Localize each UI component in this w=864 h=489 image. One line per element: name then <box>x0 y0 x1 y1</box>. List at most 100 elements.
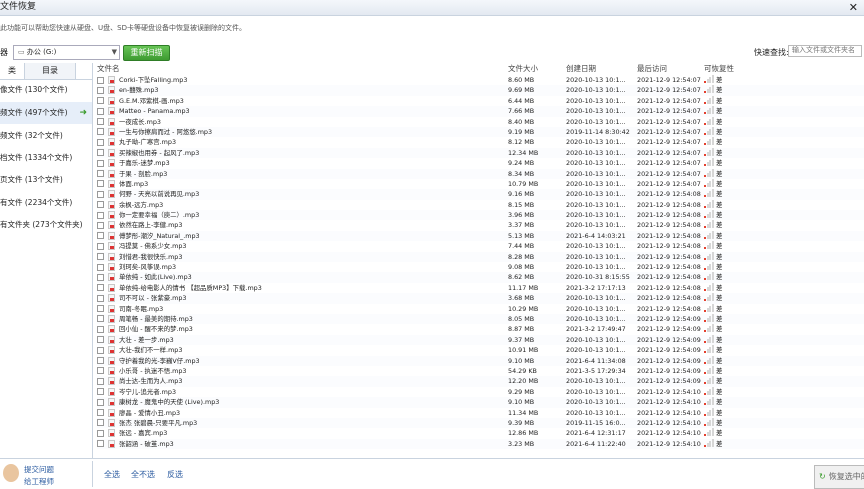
invert-selection-link[interactable]: 反选 <box>167 469 183 480</box>
table-row[interactable]: 于果 - 剖脸.mp3 8.34 MB 2020-10-13 10:1... 2021… <box>97 168 864 179</box>
category-item[interactable]: 有文件夹 (273个文件夹) <box>0 214 92 236</box>
table-row[interactable]: 依然在路上-李健.mp3 3.37 MB 2020-10-13 10:1... 202… <box>97 220 864 230</box>
row-checkbox[interactable] <box>97 180 104 188</box>
table-row[interactable]: G.E.M.邓紫棋-画.mp3 6.44 MB 2020-10-13 10:1...… <box>97 95 864 106</box>
file-size: 8.34 MB <box>508 169 535 178</box>
table-row[interactable]: 冯提莫 - 佛系少女.mp3 7.44 MB 2020-10-13 10:1... 2… <box>97 241 864 251</box>
close-icon[interactable]: ✕ <box>849 0 858 15</box>
table-row[interactable]: 买辣椒也用券 - 起风了.mp3 12.34 MB 2020-10-13 10:1.… <box>97 147 864 159</box>
table-row[interactable]: 司不可以 - 张紫豪.mp3 3.68 MB 2020-10-13 10:1... 2… <box>97 293 864 304</box>
table-row[interactable]: 守护着我的光-李巍V仔.mp3 9.10 MB 2021-6-4 11:34:08 2… <box>97 355 864 366</box>
col-recoverability[interactable]: 可恢复性 <box>704 64 734 74</box>
table-row[interactable]: 岑宁儿-追光者.mp3 9.29 MB 2020-10-13 10:1... 2021… <box>97 386 864 397</box>
quick-search-input[interactable] <box>788 45 862 57</box>
row-checkbox[interactable] <box>97 138 104 146</box>
table-row[interactable]: 单依纯-给电影人的情书 【超品质MP3】下载.mp3 11.17 MB 2021-3… <box>97 282 864 293</box>
row-checkbox[interactable] <box>97 367 104 375</box>
row-checkbox[interactable] <box>97 336 104 344</box>
row-checkbox[interactable] <box>97 346 104 354</box>
row-checkbox[interactable] <box>97 419 104 427</box>
tab-directory[interactable]: 目录 <box>25 63 76 79</box>
select-none-link[interactable]: 全不选 <box>131 469 155 480</box>
row-checkbox[interactable] <box>97 357 104 365</box>
row-checkbox[interactable] <box>97 294 104 302</box>
row-checkbox[interactable] <box>97 388 104 396</box>
table-row[interactable]: Corki-下坠Falling.mp3 8.60 MB 2020-10-13 10:… <box>97 75 864 85</box>
table-row[interactable]: 周笔畅 - 最美的期待.mp3 8.05 MB 2020-10-13 10:1...… <box>97 313 864 325</box>
help-engineer-button[interactable]: 提交问题 给工程师 <box>0 461 93 487</box>
row-checkbox[interactable] <box>97 86 104 94</box>
row-checkbox[interactable] <box>97 377 104 385</box>
table-row[interactable]: 尚士达-生而为人.mp3 12.20 MB 2020-10-13 10:1... 20… <box>97 376 864 387</box>
category-item[interactable]: 页文件 (13个文件) <box>0 169 92 191</box>
recover-selected-button[interactable]: ↻恢复选中的 <box>814 465 864 489</box>
table-row[interactable]: 你一定要幸福（庾二）.mp3 3.96 MB 2020-10-13 10:1... 2… <box>97 210 864 221</box>
table-row[interactable]: 小乐哥 - 执迷不悟.mp3 54.29 KB 2021-3-5 17:29:34 2… <box>97 365 864 376</box>
row-checkbox[interactable] <box>97 149 104 157</box>
signal-bars-icon <box>704 158 714 167</box>
table-row[interactable]: 丸子呦-广寒宫.mp3 8.12 MB 2020-10-13 10:1... 2021… <box>97 137 864 147</box>
table-row[interactable]: 大壮 - 差一步.mp3 9.37 MB 2020-10-13 10:1... 202… <box>97 334 864 346</box>
row-checkbox[interactable] <box>97 440 104 448</box>
select-all-link[interactable]: 全选 <box>104 469 120 480</box>
col-name[interactable]: 文件名 <box>97 64 120 74</box>
row-checkbox[interactable] <box>97 242 104 250</box>
category-item[interactable]: 像文件 (130个文件) <box>0 79 92 101</box>
col-accessed[interactable]: 最后访问 <box>637 64 667 74</box>
table-row[interactable]: 廖晶 - 爱情小丑.mp3 11.34 MB 2020-10-13 10:1... 2… <box>97 407 864 418</box>
row-checkbox[interactable] <box>97 97 104 105</box>
table-row[interactable]: 回小仙 - 醒不来的梦.mp3 8.87 MB 2021-3-2 17:49:47 2… <box>97 324 864 334</box>
table-row[interactable]: 一夜成长.mp3 8.40 MB 2020-10-13 10:1... 2021-12… <box>97 116 864 127</box>
device-select[interactable]: ▭ 办公 (G:) ▼ <box>13 45 120 60</box>
col-size[interactable]: 文件大小 <box>508 64 538 74</box>
category-item[interactable]: 频文件 (32个文件) <box>0 125 92 147</box>
table-row[interactable]: 张杰 张碧晨-只要平凡.mp3 9.39 MB 2019-11-15 16:0...… <box>97 417 864 429</box>
row-checkbox[interactable] <box>97 211 104 219</box>
row-checkbox[interactable] <box>97 76 104 84</box>
row-checkbox[interactable] <box>97 253 104 261</box>
table-row[interactable]: 一生与你擦肩而过 - 阿悠悠.mp3 9.19 MB 2019-11-14 8:30… <box>97 126 864 138</box>
row-checkbox[interactable] <box>97 398 104 406</box>
row-checkbox[interactable] <box>97 107 104 115</box>
table-row[interactable]: 大壮-我们不一样.mp3 10.91 MB 2020-10-13 10:1... 20… <box>97 345 864 355</box>
row-checkbox[interactable] <box>97 429 104 437</box>
table-row[interactable]: 张远 - 嘉宾.mp3 12.86 MB 2021-6-4 12:31:17 2021… <box>97 428 864 438</box>
row-checkbox[interactable] <box>97 118 104 126</box>
row-checkbox[interactable] <box>97 159 104 167</box>
table-row[interactable]: Matteo - Panama.mp3 7.66 MB 2020-10-13 10:… <box>97 106 864 117</box>
row-checkbox[interactable] <box>97 273 104 281</box>
category-item-selected[interactable]: 频文件 (497个文件) ➜ <box>0 102 92 124</box>
row-checkbox[interactable] <box>97 170 104 178</box>
row-checkbox[interactable] <box>97 190 104 198</box>
table-row[interactable]: 何野 - 天亮以前说再见.mp3 9.16 MB 2020-10-13 10:1..… <box>97 189 864 200</box>
row-checkbox[interactable] <box>97 305 104 313</box>
row-checkbox[interactable] <box>97 263 104 271</box>
row-checkbox[interactable] <box>97 325 104 333</box>
table-row[interactable]: 体面.mp3 10.79 MB 2020-10-13 10:1... 2021-12-… <box>97 178 864 189</box>
row-checkbox[interactable] <box>97 409 104 416</box>
category-item[interactable]: 有文件 (2234个文件) <box>0 192 92 214</box>
table-row[interactable]: 于嘉乐-迷梦.mp3 9.24 MB 2020-10-13 10:1... 2021-… <box>97 158 864 168</box>
category-item[interactable]: 档文件 (1334个文件) <box>0 147 92 169</box>
row-checkbox[interactable] <box>97 128 104 136</box>
row-checkbox[interactable] <box>97 221 104 229</box>
row-checkbox[interactable] <box>97 232 104 240</box>
table-row[interactable]: 司南-冬眠.mp3 10.29 MB 2020-10-13 10:1... 2021-… <box>97 303 864 314</box>
row-checkbox[interactable] <box>97 284 104 292</box>
recoverability-text: 差 <box>716 211 723 220</box>
table-row[interactable]: 刘惜君-我很快乐.mp3 8.28 MB 2020-10-13 10:1... 202… <box>97 251 864 263</box>
file-size: 3.23 MB <box>508 439 535 448</box>
table-row[interactable]: 单依纯 - 如此(Live).mp3 8.62 MB 2020-10-31 8:15… <box>97 272 864 283</box>
row-checkbox[interactable] <box>97 315 104 323</box>
row-checkbox[interactable] <box>97 201 104 209</box>
col-created[interactable]: 创建日期 <box>566 64 596 74</box>
table-row[interactable]: 余枫-远方.mp3 8.15 MB 2020-10-13 10:1... 2021-1… <box>97 199 864 210</box>
tab-category[interactable]: 类 <box>0 63 25 79</box>
table-row[interactable]: 康树龙 - 魔鬼中的天使 (Live).mp3 9.10 MB 2020-10-13… <box>97 397 864 408</box>
table-row[interactable]: 张韶涵 - 破茧.mp3 3.23 MB 2021-6-4 11:22:40 2021… <box>97 438 864 450</box>
recoverability-text: 差 <box>716 107 723 116</box>
table-row[interactable]: 刘珂矣-风筝误.mp3 9.08 MB 2020-10-13 10:1... 2021… <box>97 262 864 272</box>
table-row[interactable]: en-囍殊.mp3 9.69 MB 2020-10-13 10:1... 2021-1… <box>97 85 864 96</box>
rescan-button[interactable]: 重新扫描 <box>123 45 170 61</box>
table-row[interactable]: 傅梦彤-潮汐_Natural_.mp3 5.13 MB 2021-6-4 14:03… <box>97 230 864 242</box>
